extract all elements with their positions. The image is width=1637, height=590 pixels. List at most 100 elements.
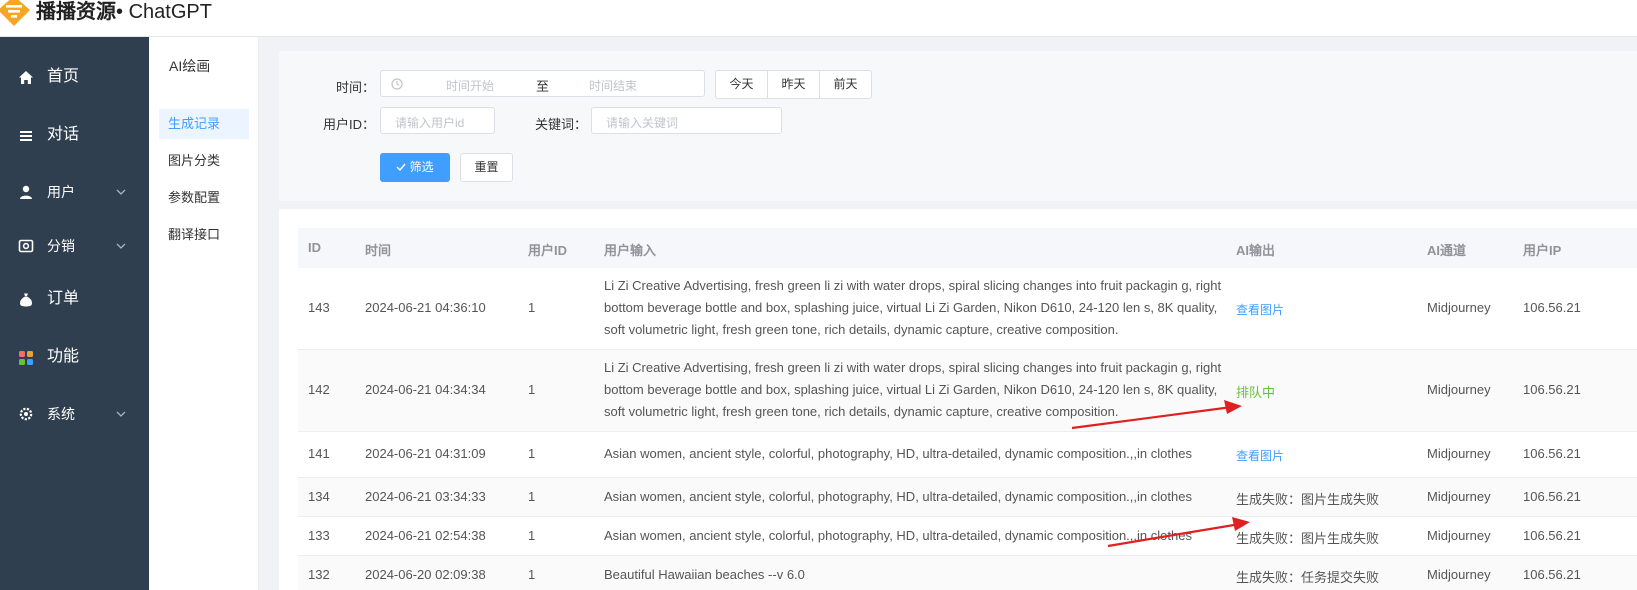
keyword-input[interactable]: 请输入关键词 bbox=[591, 107, 782, 134]
column-header-user-ip[interactable]: 用户IP bbox=[1523, 240, 1561, 259]
menu-icon bbox=[20, 131, 32, 141]
clock-icon bbox=[391, 78, 403, 90]
cell-user-input: Asian women, ancient style, colorful, ph… bbox=[604, 446, 1192, 461]
user-id-label: 用户ID： bbox=[323, 117, 376, 132]
cell-user-id: 1 bbox=[528, 567, 536, 582]
cell-channel: Midjourney bbox=[1427, 489, 1491, 504]
cell-id: 142 bbox=[308, 382, 330, 397]
nav-item-home[interactable]: 首页 bbox=[0, 53, 149, 103]
today-button[interactable]: 今天 bbox=[715, 70, 768, 99]
keyword-label: 关键词： bbox=[535, 117, 588, 132]
brand-name-en: ChatGPT bbox=[128, 1, 212, 23]
column-header-time[interactable]: 时间 bbox=[365, 240, 391, 259]
failed-status: 生成失败：图片生成失败 bbox=[1236, 531, 1380, 546]
filter-button[interactable]: 筛选 bbox=[380, 153, 450, 182]
cell-user-input: Li Zi Creative Advertising, fresh green … bbox=[604, 360, 1222, 419]
time-range-picker[interactable]: 时间开始 至 时间结束 bbox=[380, 70, 705, 97]
column-header-ai-channel[interactable]: AI通道 bbox=[1427, 240, 1466, 259]
cell-channel: Midjourney bbox=[1427, 528, 1491, 543]
table-row[interactable]: 143 2024-06-21 04:36:10 1 Li Zi Creative… bbox=[298, 268, 1637, 350]
cell-ip: 106.56.21 bbox=[1523, 382, 1581, 397]
cell-id: 132 bbox=[308, 567, 330, 582]
time-end-placeholder: 时间结束 bbox=[589, 79, 638, 93]
cell-time: 2024-06-21 04:36:10 bbox=[365, 300, 486, 315]
cell-user-input: Beautiful Hawaiian beaches --v 6.0 bbox=[604, 567, 805, 582]
keyword-placeholder: 请输入关键词 bbox=[606, 116, 679, 130]
nav-item-orders[interactable]: 订单 bbox=[0, 275, 149, 325]
cell-channel: Midjourney bbox=[1427, 382, 1491, 397]
view-image-link[interactable]: 查看图片 bbox=[1236, 301, 1284, 318]
sub-menu: AI绘画 生成记录 图片分类 参数配置 翻译接口 bbox=[149, 37, 259, 590]
nav-label: 功能 bbox=[47, 348, 80, 365]
user-id-input[interactable]: 请输入用户id bbox=[380, 107, 495, 134]
view-image-link[interactable]: 查看图片 bbox=[1236, 447, 1284, 464]
brand-separator: • bbox=[116, 1, 124, 23]
column-header-ai-output[interactable]: AI输出 bbox=[1236, 240, 1275, 259]
money-bag-icon bbox=[20, 293, 32, 307]
cell-user-input: Li Zi Creative Advertising, fresh green … bbox=[604, 278, 1222, 337]
cell-time: 2024-06-20 02:09:38 bbox=[365, 567, 486, 582]
cell-channel: Midjourney bbox=[1427, 446, 1491, 461]
sub-item-generation-records[interactable]: 生成记录 bbox=[159, 109, 249, 139]
failed-status: 生成失败：任务提交失败 bbox=[1236, 570, 1380, 585]
home-icon bbox=[19, 71, 33, 84]
time-range-separator: 至 bbox=[536, 79, 550, 94]
apps-grid-icon bbox=[19, 351, 33, 365]
column-header-user-id[interactable]: 用户ID bbox=[528, 240, 567, 259]
nav-label: 系统 bbox=[47, 406, 75, 422]
table-row[interactable]: 142 2024-06-21 04:34:34 1 Li Zi Creative… bbox=[298, 350, 1637, 432]
cell-user-id: 1 bbox=[528, 300, 536, 315]
gear-icon bbox=[19, 407, 33, 421]
sub-menu-title: AI绘画 bbox=[169, 58, 211, 74]
nav-item-chat[interactable]: 对话 bbox=[0, 111, 149, 161]
nav-label: 对话 bbox=[47, 126, 80, 143]
filter-panel: 时间： 时间开始 至 时间结束 今天 昨天 前天 用户ID： 请输入用户id 关… bbox=[279, 51, 1637, 201]
user-id-placeholder: 请输入用户id bbox=[395, 116, 465, 130]
cell-id: 141 bbox=[308, 446, 330, 461]
cell-time: 2024-06-21 03:34:33 bbox=[365, 489, 486, 504]
cell-channel: Midjourney bbox=[1427, 567, 1491, 582]
column-header-user-input[interactable]: 用户输入 bbox=[604, 240, 656, 259]
nav-item-features[interactable]: 功能 bbox=[0, 333, 149, 383]
chevron-down-icon bbox=[116, 243, 126, 249]
sub-item-parameter-config[interactable]: 参数配置 bbox=[159, 183, 249, 213]
cell-ip: 106.56.21 bbox=[1523, 489, 1581, 504]
cell-time: 2024-06-21 04:31:09 bbox=[365, 446, 486, 461]
distribution-icon bbox=[18, 239, 34, 253]
cell-user-input: Asian women, ancient style, colorful, ph… bbox=[604, 528, 1192, 543]
failed-status: 生成失败：图片生成失败 bbox=[1236, 492, 1380, 507]
yesterday-button[interactable]: 昨天 bbox=[767, 70, 820, 99]
sub-item-translation-api[interactable]: 翻译接口 bbox=[159, 220, 249, 250]
nav-item-users[interactable]: 用户 bbox=[0, 167, 149, 217]
nav-item-system[interactable]: 系统 bbox=[0, 389, 149, 439]
sub-item-image-categories[interactable]: 图片分类 bbox=[159, 146, 249, 176]
cell-user-id: 1 bbox=[528, 382, 536, 397]
cell-time: 2024-06-21 04:34:34 bbox=[365, 382, 486, 397]
cell-user-id: 1 bbox=[528, 446, 536, 461]
cell-time: 2024-06-21 02:54:38 bbox=[365, 528, 486, 543]
queued-status: 排队中 bbox=[1236, 385, 1276, 400]
cell-user-id: 1 bbox=[528, 528, 536, 543]
table-header: ID 时间 用户ID 用户输入 AI输出 AI通道 用户IP bbox=[298, 228, 1637, 268]
table-row[interactable]: 141 2024-06-21 04:31:09 1 Asian women, a… bbox=[298, 432, 1637, 478]
nav-label: 用户 bbox=[47, 184, 75, 200]
table-row[interactable]: 132 2024-06-20 02:09:38 1 Beautiful Hawa… bbox=[298, 556, 1637, 590]
cell-user-input: Asian women, ancient style, colorful, ph… bbox=[604, 489, 1192, 504]
time-label: 时间： bbox=[336, 80, 376, 95]
cell-channel: Midjourney bbox=[1427, 300, 1491, 315]
cell-id: 143 bbox=[308, 300, 330, 315]
nav-item-distribution[interactable]: 分销 bbox=[0, 221, 149, 271]
day-before-yesterday-button[interactable]: 前天 bbox=[819, 70, 872, 99]
nav-label: 订单 bbox=[47, 290, 80, 307]
reset-button[interactable]: 重置 bbox=[460, 153, 513, 182]
cell-id: 134 bbox=[308, 489, 330, 504]
cell-id: 133 bbox=[308, 528, 330, 543]
records-table-panel: ID 时间 用户ID 用户输入 AI输出 AI通道 用户IP 143 2024-… bbox=[279, 209, 1637, 590]
table-row[interactable]: 134 2024-06-21 03:34:33 1 Asian women, a… bbox=[298, 478, 1637, 517]
brand-title[interactable]: 播播资源• ChatGPT bbox=[36, 0, 212, 25]
cell-user-id: 1 bbox=[528, 489, 536, 504]
nav-label: 分销 bbox=[47, 238, 75, 254]
logo-icon bbox=[0, 0, 30, 26]
table-row[interactable]: 133 2024-06-21 02:54:38 1 Asian women, a… bbox=[298, 517, 1637, 556]
column-header-id[interactable]: ID bbox=[308, 240, 321, 255]
